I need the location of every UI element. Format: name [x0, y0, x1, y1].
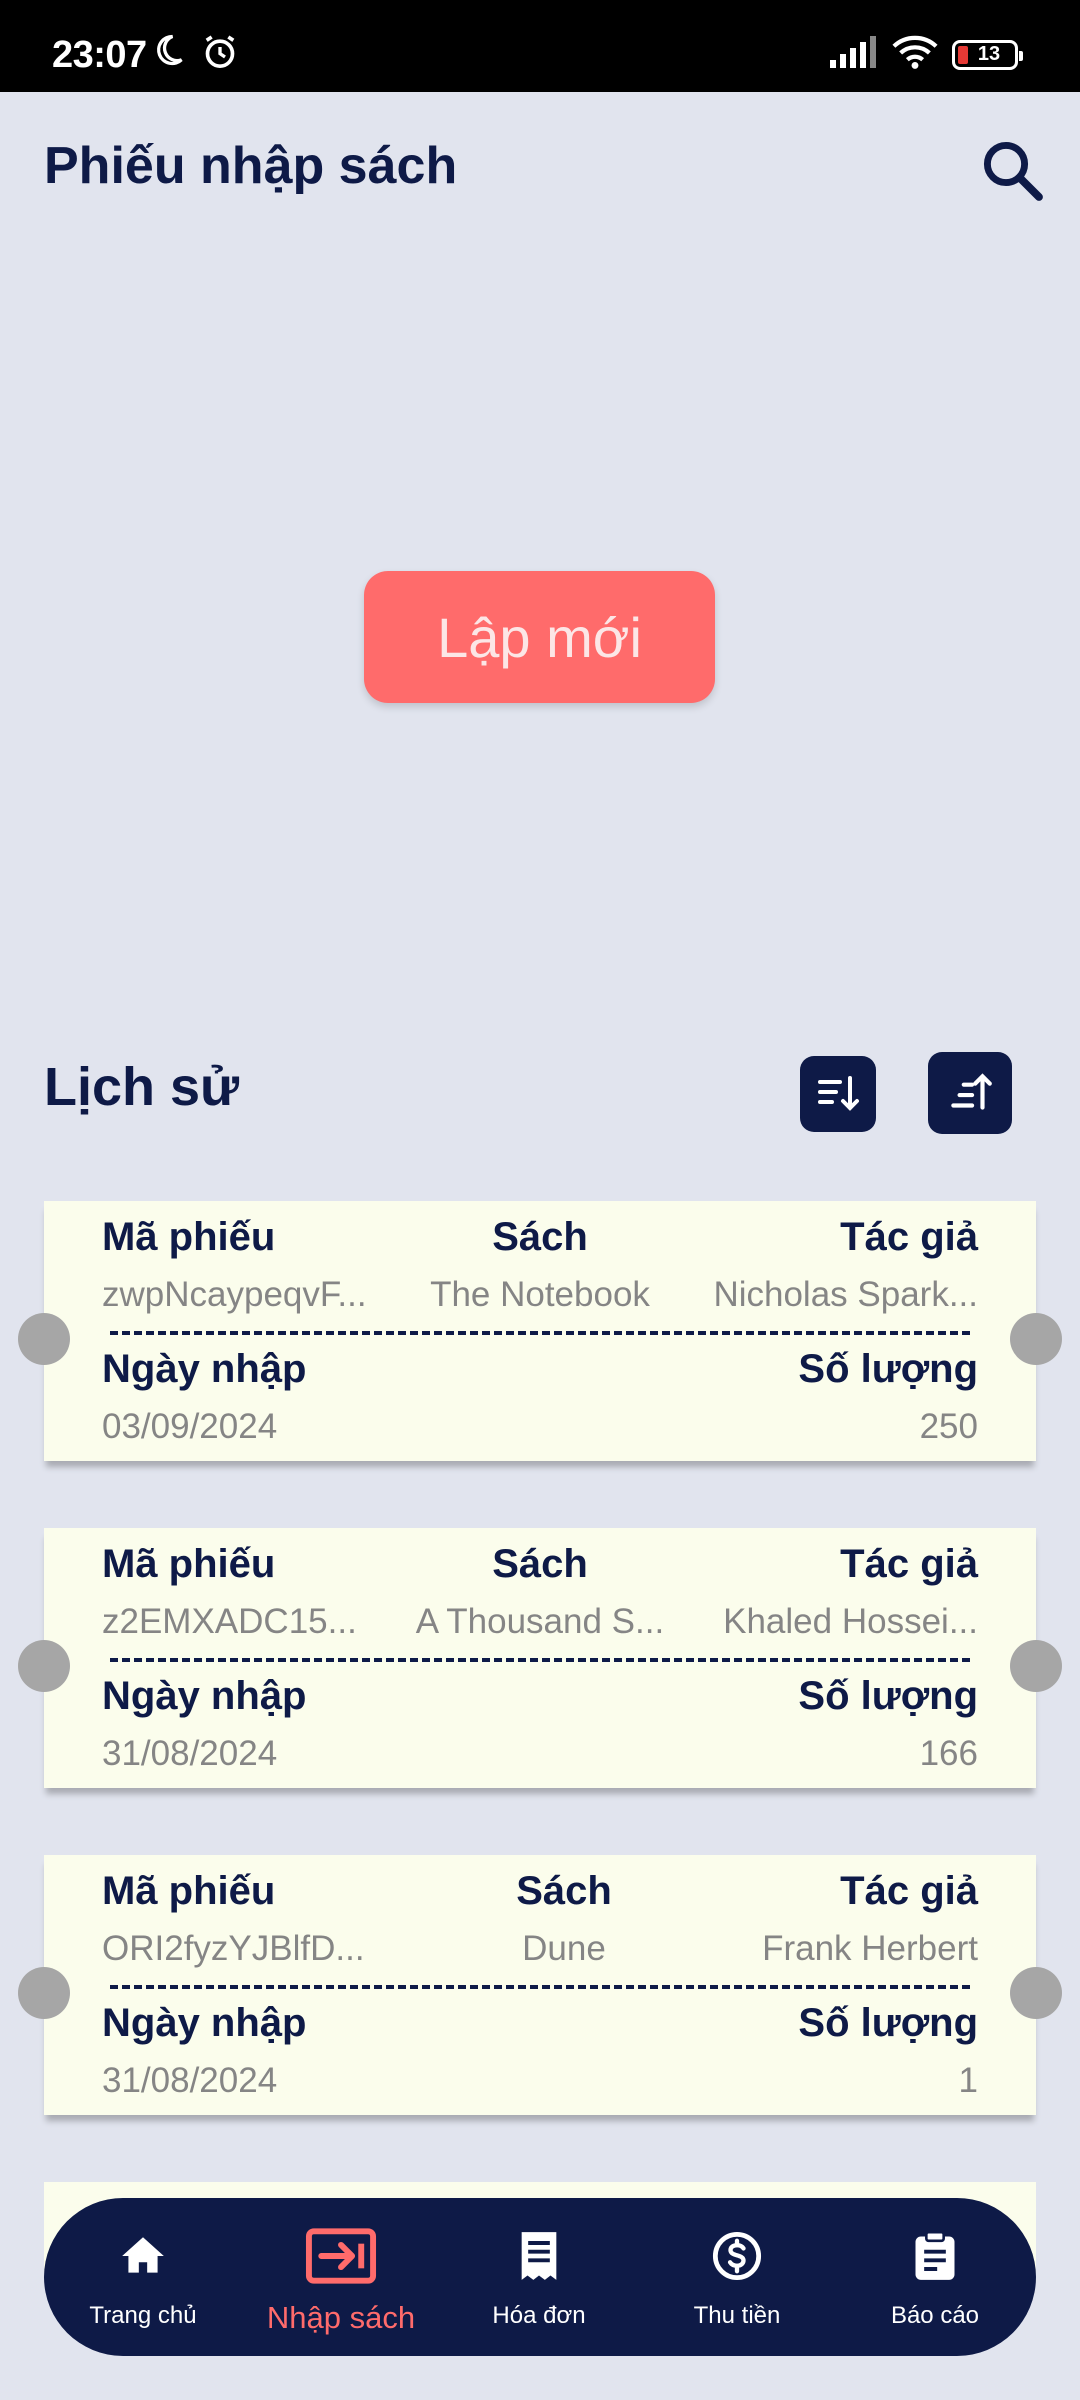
receipt-icon: [516, 2226, 562, 2286]
nav-label: Trang chủ: [89, 2302, 197, 2329]
import-date: 31/08/2024: [102, 2061, 278, 2100]
import-date-label: Ngày nhập: [102, 1347, 307, 1391]
ticket-notch: [1010, 1313, 1062, 1365]
status-time: 23:07: [52, 34, 147, 76]
receipt-code-label: Mã phiếu: [102, 1542, 276, 1586]
clipboard-icon: [912, 2226, 958, 2286]
book-name: A Thousand S...: [415, 1602, 665, 1641]
ticket-notch: [18, 1313, 70, 1365]
ticket-divider: [110, 1658, 970, 1662]
home-icon: [118, 2226, 168, 2286]
nav-item-home[interactable]: Trang chủ: [44, 2198, 242, 2356]
book-name: Dune: [522, 1929, 606, 1968]
search-icon: [983, 141, 1043, 201]
new-receipt-button[interactable]: Lập mới: [364, 571, 715, 703]
alarm-icon: [200, 32, 240, 77]
import-date-label: Ngày nhập: [102, 2001, 307, 2045]
status-bar: 23:07 13: [0, 0, 1080, 92]
status-icons-right: 13: [828, 34, 1023, 75]
quantity-label: Số lượng: [798, 2001, 978, 2045]
nav-item-import[interactable]: Nhập sách: [242, 2198, 440, 2356]
ticket-notch: [1010, 1967, 1062, 2019]
author-name: Khaled Hossei...: [723, 1602, 978, 1641]
author-name: Frank Herbert: [762, 1929, 978, 1968]
sort-descending-icon: [818, 1076, 859, 1111]
nav-item-collect[interactable]: Thu tiền: [638, 2198, 836, 2356]
book-label: Sách: [516, 1869, 612, 1913]
battery-icon: 13: [952, 39, 1023, 70]
ticket-notch: [18, 1967, 70, 2019]
ticket-divider: [110, 1331, 970, 1335]
wifi-icon: [892, 34, 938, 75]
sort-ascending-icon: [951, 1073, 992, 1110]
moon-icon: [150, 32, 186, 77]
status-icons-left: [150, 32, 240, 77]
author-label: Tác giả: [840, 1542, 978, 1586]
book-label: Sách: [492, 1542, 588, 1586]
receipt-code-label: Mã phiếu: [102, 1215, 276, 1259]
sort-descending-button[interactable]: [800, 1056, 876, 1132]
quantity: 1: [958, 2061, 978, 2100]
author-label: Tác giả: [840, 1869, 978, 1913]
page-title: Phiếu nhập sách: [44, 137, 458, 195]
receipt-code-label: Mã phiếu: [102, 1869, 276, 1913]
bottom-nav: Trang chủ Nhập sách Hóa đơn Thu tiền Báo…: [44, 2198, 1036, 2356]
import-icon: [304, 2226, 378, 2286]
author-label: Tác giả: [840, 1215, 978, 1259]
author-name: Nicholas Spark...: [713, 1275, 978, 1314]
quantity: 166: [919, 1734, 978, 1773]
dollar-icon: [711, 2226, 763, 2286]
ticket-notch: [1010, 1640, 1062, 1692]
sort-ascending-button[interactable]: [928, 1052, 1012, 1134]
signal-icon: [828, 36, 878, 73]
import-date: 03/09/2024: [102, 1407, 278, 1446]
book-name: The Notebook: [430, 1275, 650, 1314]
nav-item-invoice[interactable]: Hóa đơn: [440, 2198, 638, 2356]
nav-label: Thu tiền: [693, 2302, 781, 2329]
nav-label: Báo cáo: [890, 2302, 980, 2329]
import-date: 31/08/2024: [102, 1734, 278, 1773]
import-date-label: Ngày nhập: [102, 1674, 307, 1718]
receipt-code: zwpNcaypeqvF...: [102, 1275, 367, 1314]
ticket-divider: [110, 1985, 970, 1989]
receipt-card[interactable]: Mã phiếu Sách Tác giả ORI2fyzYJBlfD... D…: [18, 1855, 1062, 2115]
receipt-code: z2EMXADC15...: [102, 1602, 357, 1641]
search-button[interactable]: [976, 134, 1048, 206]
nav-label: Nhập sách: [266, 2300, 416, 2335]
receipt-card[interactable]: Mã phiếu Sách Tác giả z2EMXADC15... A Th…: [18, 1528, 1062, 1788]
quantity-label: Số lượng: [798, 1347, 978, 1391]
book-label: Sách: [492, 1215, 588, 1259]
ticket-notch: [18, 1640, 70, 1692]
nav-item-report[interactable]: Báo cáo: [836, 2198, 1034, 2356]
history-title: Lịch sử: [44, 1057, 240, 1117]
quantity: 250: [919, 1407, 978, 1446]
receipt-code: ORI2fyzYJBlfD...: [102, 1929, 365, 1968]
nav-label: Hóa đơn: [492, 2302, 586, 2329]
receipt-card[interactable]: Mã phiếu Sách Tác giả zwpNcaypeqvF... Th…: [18, 1201, 1062, 1461]
quantity-label: Số lượng: [798, 1674, 978, 1718]
